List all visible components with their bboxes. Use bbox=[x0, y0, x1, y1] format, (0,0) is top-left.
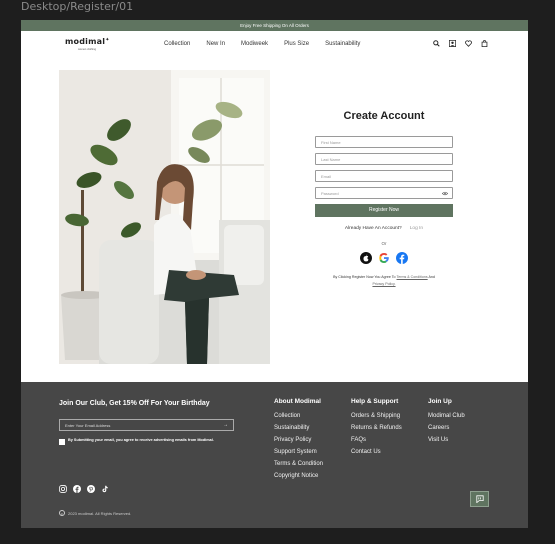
register-page: Enjoy Free Shipping On All Orders modima… bbox=[21, 20, 528, 528]
chat-button[interactable] bbox=[470, 491, 489, 507]
apple-icon[interactable] bbox=[360, 252, 372, 264]
footer-link-sustainability[interactable]: Sustainability bbox=[274, 425, 323, 431]
already-text: Already Have An Account? bbox=[344, 226, 402, 231]
footer-link-orders-shipping[interactable]: Orders & Shipping bbox=[351, 413, 402, 419]
footer-link-support-system[interactable]: Support System bbox=[274, 449, 323, 455]
nav-item-modiweek[interactable]: Modiweek bbox=[241, 41, 268, 47]
footer-link-collection[interactable]: Collection bbox=[274, 413, 323, 419]
last-name-input[interactable] bbox=[321, 157, 431, 162]
terms-link[interactable]: Terms & Conditions bbox=[397, 275, 428, 279]
instagram-icon[interactable] bbox=[59, 485, 67, 493]
footer-link-returns-refunds[interactable]: Returns & Refunds bbox=[351, 425, 402, 431]
footer-link-faqs[interactable]: FAQs bbox=[351, 437, 402, 443]
copyright-icon: c bbox=[59, 510, 65, 516]
login-link[interactable]: Log In bbox=[410, 226, 423, 231]
search-icon[interactable] bbox=[433, 40, 440, 47]
nav-item-new-in[interactable]: New In bbox=[206, 41, 225, 47]
terms-prefix: By Clicking Register Now You Agree To bbox=[333, 275, 396, 279]
login-prompt: Already Have An Account? Log In bbox=[315, 226, 453, 231]
newsletter-email-placeholder: Enter Your Email Address bbox=[65, 423, 111, 428]
first-name-input[interactable] bbox=[321, 140, 431, 145]
site-footer: Join Our Club, Get 15% Off For Your Birt… bbox=[21, 382, 528, 528]
social-links bbox=[59, 485, 109, 493]
arrow-right-icon[interactable]: → bbox=[223, 420, 228, 431]
footer-link-visit-us[interactable]: Visit Us bbox=[428, 437, 465, 443]
consent-row: By Submitting your email, you agree to r… bbox=[59, 438, 239, 445]
nav-item-sustainability[interactable]: Sustainability bbox=[325, 41, 360, 47]
footer-link-careers[interactable]: Careers bbox=[428, 425, 465, 431]
footer-col-title: Help & Support bbox=[351, 398, 399, 405]
footer-link-modimal-club[interactable]: Modimal Club bbox=[428, 413, 465, 419]
eye-icon[interactable] bbox=[442, 191, 448, 196]
register-form: Create Account Register Now Already Have… bbox=[315, 110, 453, 288]
facebook-icon[interactable] bbox=[73, 485, 81, 493]
promo-bar: Enjoy Free Shipping On All Orders bbox=[21, 20, 528, 31]
footer-link-contact-us[interactable]: Contact Us bbox=[351, 449, 402, 455]
register-button[interactable]: Register Now bbox=[315, 204, 453, 217]
newsletter-title: Join Our Club, Get 15% Off For Your Birt… bbox=[59, 400, 210, 407]
nav-item-collection[interactable]: Collection bbox=[164, 41, 190, 47]
main-menu: Collection New In Modiweek Plus Size Sus… bbox=[164, 41, 376, 47]
pinterest-icon[interactable] bbox=[87, 485, 95, 493]
footer-link-terms[interactable]: Terms & Condition bbox=[274, 461, 323, 467]
terms-text: By Clicking Register Now You Agree To Te… bbox=[315, 274, 453, 288]
heart-icon[interactable] bbox=[465, 40, 472, 47]
email-input[interactable] bbox=[321, 174, 431, 179]
footer-col-help: Help & Support Orders & Shipping Returns… bbox=[351, 398, 402, 461]
terms-and: And bbox=[428, 275, 435, 279]
form-title: Create Account bbox=[343, 110, 425, 122]
consent-checkbox[interactable] bbox=[59, 439, 65, 445]
password-field[interactable] bbox=[315, 187, 453, 199]
chat-icon bbox=[475, 495, 484, 503]
email-field[interactable] bbox=[315, 170, 453, 182]
brand-logo[interactable]: modimal✦ bbox=[65, 37, 110, 46]
tiktok-icon[interactable] bbox=[101, 485, 109, 493]
frame-label: Desktop/Register/01 bbox=[21, 0, 134, 13]
last-name-field[interactable] bbox=[315, 153, 453, 165]
google-icon[interactable] bbox=[378, 252, 390, 264]
nav-item-plus-size[interactable]: Plus Size bbox=[284, 41, 309, 47]
facebook-icon[interactable] bbox=[396, 252, 408, 264]
bag-icon[interactable] bbox=[481, 40, 488, 47]
top-nav: modimal✦ women clothing Collection New I… bbox=[21, 31, 528, 57]
copyright-text: 2023 modimal. All Rights Reserved. bbox=[68, 510, 132, 516]
nav-icons bbox=[433, 40, 488, 47]
user-icon[interactable] bbox=[449, 40, 456, 47]
privacy-link[interactable]: Privacy Policy. bbox=[372, 282, 395, 286]
copyright: c 2023 modimal. All Rights Reserved. bbox=[59, 510, 131, 516]
consent-text: By Submitting your email, you agree to r… bbox=[68, 438, 214, 442]
newsletter-email-input[interactable]: Enter Your Email Address → bbox=[59, 419, 234, 431]
password-input[interactable] bbox=[321, 191, 431, 196]
social-login bbox=[315, 252, 453, 264]
footer-col-title: Join Up bbox=[428, 398, 452, 405]
footer-col-about: About Modimal Collection Sustainability … bbox=[274, 398, 323, 485]
footer-link-copyright[interactable]: Copyright Notice bbox=[274, 473, 323, 479]
brand-tagline: women clothing bbox=[78, 48, 97, 51]
footer-col-join: Join Up Modimal Club Careers Visit Us bbox=[428, 398, 465, 449]
first-name-field[interactable] bbox=[315, 136, 453, 148]
or-divider: Or bbox=[381, 241, 387, 246]
footer-link-privacy-policy[interactable]: Privacy Policy bbox=[274, 437, 323, 443]
footer-col-title: About Modimal bbox=[274, 398, 321, 405]
hero-photo bbox=[59, 70, 270, 364]
